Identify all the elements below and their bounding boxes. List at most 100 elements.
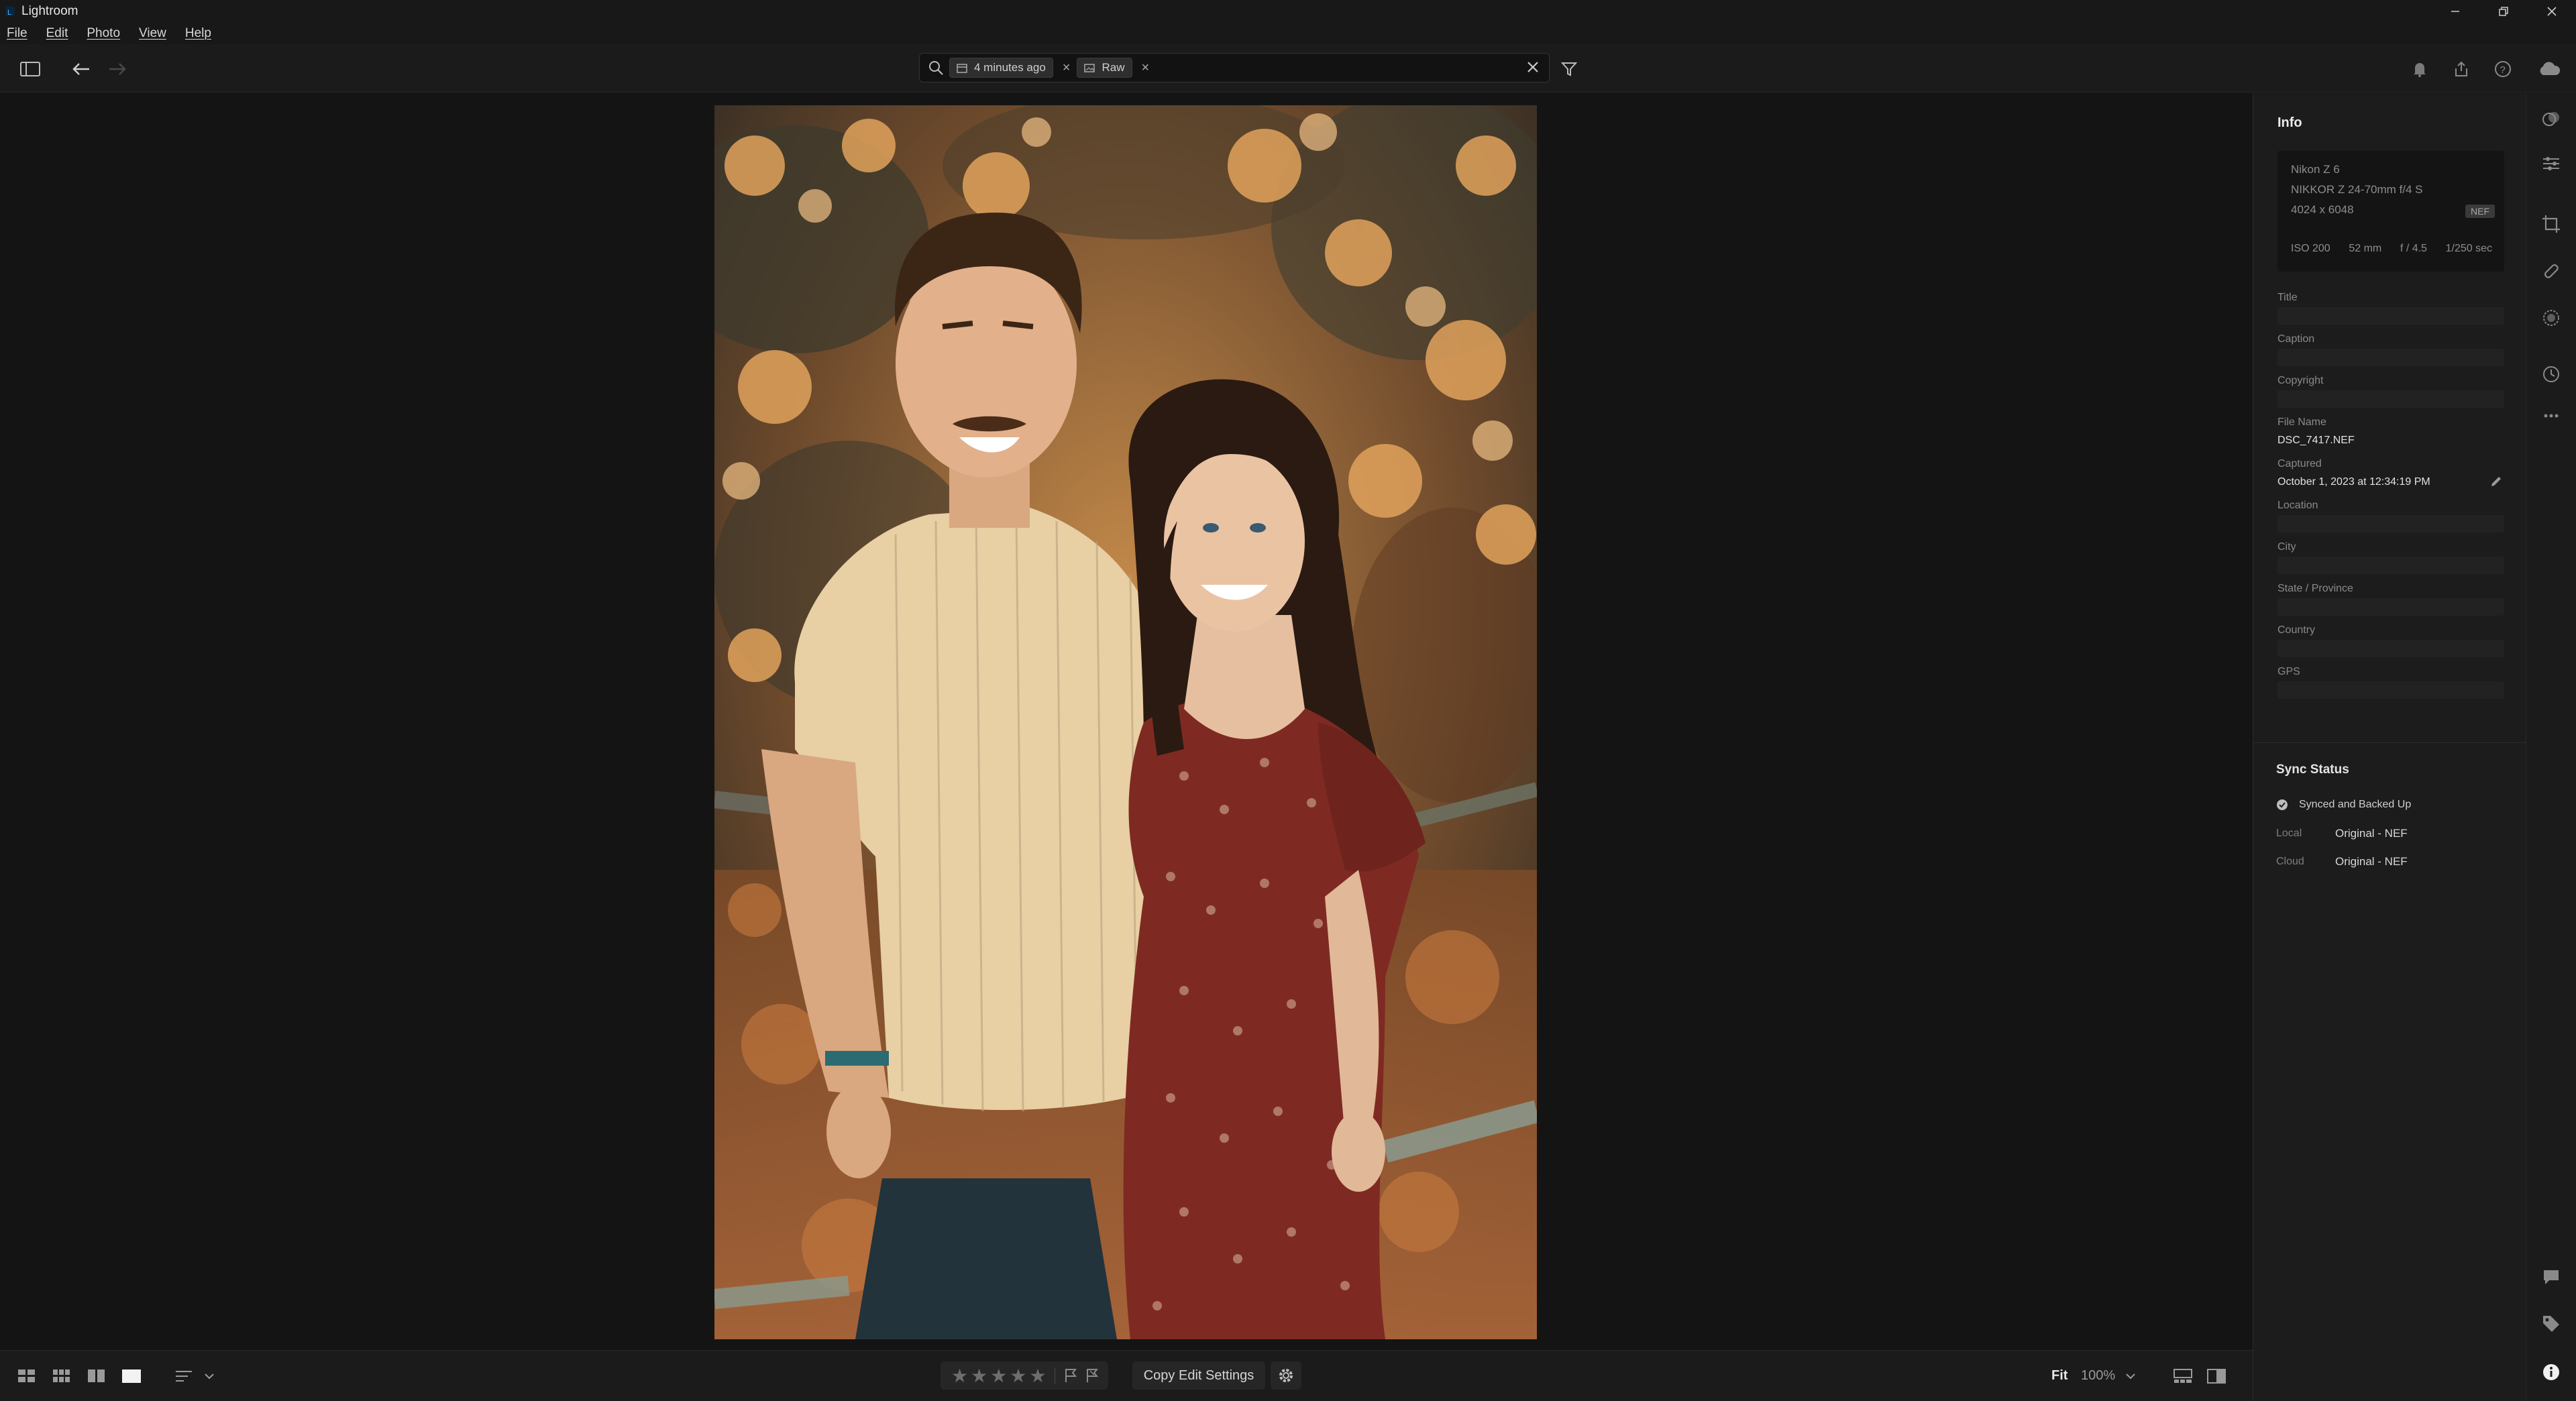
compare-view-button[interactable] (2204, 1364, 2229, 1388)
copyright-field[interactable] (2277, 390, 2504, 408)
cloud-sync-button[interactable] (2536, 58, 2563, 80)
info-button[interactable] (2538, 1359, 2564, 1385)
title-field[interactable] (2277, 307, 2504, 325)
sync-cloud-label: Cloud (2276, 856, 2304, 867)
single-image-icon (122, 1369, 141, 1383)
minimize-button[interactable] (2431, 0, 2479, 22)
more-options-button[interactable] (2538, 403, 2564, 429)
back-button[interactable] (70, 58, 93, 80)
main-photo[interactable] (714, 105, 1537, 1339)
mask-icon (2543, 310, 2559, 326)
clear-search-button[interactable] (1525, 59, 1541, 75)
masking-button[interactable] (2538, 305, 2564, 331)
star-5-icon[interactable]: ★ (1029, 1365, 1046, 1387)
arrow-left-icon (72, 63, 89, 75)
square-grid-view-button[interactable] (15, 1364, 39, 1388)
bottom-toolbar: ★ ★ ★ ★ ★ Copy Edit Settings Fit 100% (0, 1350, 2253, 1401)
sync-local-value: Original - NEF (2335, 827, 2408, 840)
filmstrip-view-button[interactable] (85, 1364, 109, 1388)
presets-icon (2542, 112, 2559, 126)
lightroom-logo-icon: L (5, 5, 15, 17)
sidebar-icon (20, 62, 40, 76)
restore-button[interactable] (2479, 0, 2528, 22)
columns-icon (88, 1369, 105, 1382)
search-chip-raw[interactable]: Raw (1077, 58, 1132, 78)
healing-button[interactable] (2538, 258, 2564, 284)
close-window-button[interactable] (2528, 0, 2576, 22)
star-3-icon[interactable]: ★ (990, 1365, 1007, 1387)
close-icon (2547, 6, 2557, 16)
country-field[interactable] (2277, 640, 2504, 657)
help-icon: ? (2495, 61, 2511, 77)
filmstrip-icon (2174, 1369, 2192, 1383)
chip-label: Raw (1102, 61, 1125, 74)
remove-chip-raw-button[interactable]: × (1142, 60, 1150, 76)
menu-edit[interactable]: Edit (46, 26, 68, 41)
caption-field[interactable] (2277, 349, 2504, 366)
sync-local-label: Local (2276, 828, 2302, 839)
filter-button[interactable] (1558, 58, 1580, 80)
panel-switcher-strip (2526, 93, 2576, 1401)
location-field[interactable] (2277, 515, 2504, 533)
shutter-value: 1/250 sec (2445, 243, 2492, 254)
format-badge: NEF (2465, 205, 2495, 218)
check-circle-icon (2276, 799, 2299, 811)
chevron-down-icon (205, 1374, 214, 1380)
lightroom-window: L Lightroom File Edit Photo View Help ? … (0, 0, 2576, 1401)
copy-edit-settings-button[interactable]: Copy Edit Settings (1132, 1361, 1265, 1390)
info-panel: Info Nikon Z 6 NIKKOR Z 24-70mm f/4 S 40… (2253, 93, 2526, 1401)
help-button[interactable]: ? (2491, 58, 2514, 80)
gps-field[interactable] (2277, 681, 2504, 699)
zoom-dropdown-button[interactable] (2123, 1364, 2139, 1388)
star-1-icon[interactable]: ★ (951, 1365, 968, 1387)
menu-photo[interactable]: Photo (87, 26, 120, 41)
notifications-button[interactable] (2408, 58, 2431, 80)
flag-pick-icon[interactable] (1063, 1367, 1078, 1384)
edit-capture-time-button[interactable] (2489, 475, 2503, 488)
crop-button[interactable] (2538, 211, 2564, 237)
filmstrip-toggle-button[interactable] (2171, 1364, 2195, 1388)
rating-flag-group: ★ ★ ★ ★ ★ (941, 1361, 1108, 1390)
comments-button[interactable] (2538, 1264, 2564, 1290)
menu-file[interactable]: File (7, 26, 28, 41)
remove-chip-date-button[interactable]: × (1063, 60, 1071, 76)
gps-label: GPS (2277, 666, 2300, 677)
search-chip-date[interactable]: 4 minutes ago (949, 58, 1053, 78)
detail-view-button[interactable] (119, 1364, 144, 1388)
state-field[interactable] (2277, 598, 2504, 616)
forward-button[interactable] (106, 58, 129, 80)
photo-grid-view-button[interactable] (50, 1364, 74, 1388)
cloud-icon (2540, 62, 2561, 75)
calendar-icon (957, 62, 967, 73)
sync-local-row: Local Original - NEF (2276, 827, 2408, 840)
split-view-icon (2207, 1369, 2226, 1384)
copy-settings-options-button[interactable] (1271, 1361, 1301, 1390)
sort-button[interactable] (172, 1364, 196, 1388)
fit-zoom-button[interactable]: Fit (2051, 1368, 2068, 1384)
presets-button[interactable] (2538, 107, 2564, 132)
pencil-icon (2491, 477, 2501, 486)
keywords-button[interactable] (2538, 1311, 2564, 1337)
copyright-label: Copyright (2277, 375, 2324, 386)
flag-reject-icon[interactable] (1085, 1367, 1099, 1384)
star-2-icon[interactable]: ★ (971, 1365, 987, 1387)
city-field[interactable] (2277, 557, 2504, 574)
bandage-icon (2544, 264, 2559, 278)
exif-row: ISO 200 52 mm f / 4.5 1/250 sec (2291, 243, 2492, 255)
star-4-icon[interactable]: ★ (1010, 1365, 1026, 1387)
edit-panel-button[interactable] (2538, 151, 2564, 176)
share-button[interactable] (2450, 58, 2473, 80)
menu-help[interactable]: Help (185, 26, 211, 41)
focal-length-value: 52 mm (2349, 243, 2382, 254)
image-icon (1084, 62, 1095, 73)
sync-status-row: Synced and Backed Up (2276, 799, 2411, 811)
sort-dropdown-button[interactable] (201, 1364, 217, 1388)
search-bar[interactable]: 4 minutes ago × Raw × (919, 53, 1550, 82)
panel-title: Info (2277, 115, 2302, 130)
toggle-sidebar-button[interactable] (19, 58, 42, 80)
more-icon (2544, 414, 2559, 418)
menu-view[interactable]: View (139, 26, 166, 41)
zoom-level[interactable]: 100% (2081, 1368, 2115, 1384)
versions-button[interactable] (2538, 361, 2564, 387)
sync-cloud-value: Original - NEF (2335, 855, 2408, 868)
